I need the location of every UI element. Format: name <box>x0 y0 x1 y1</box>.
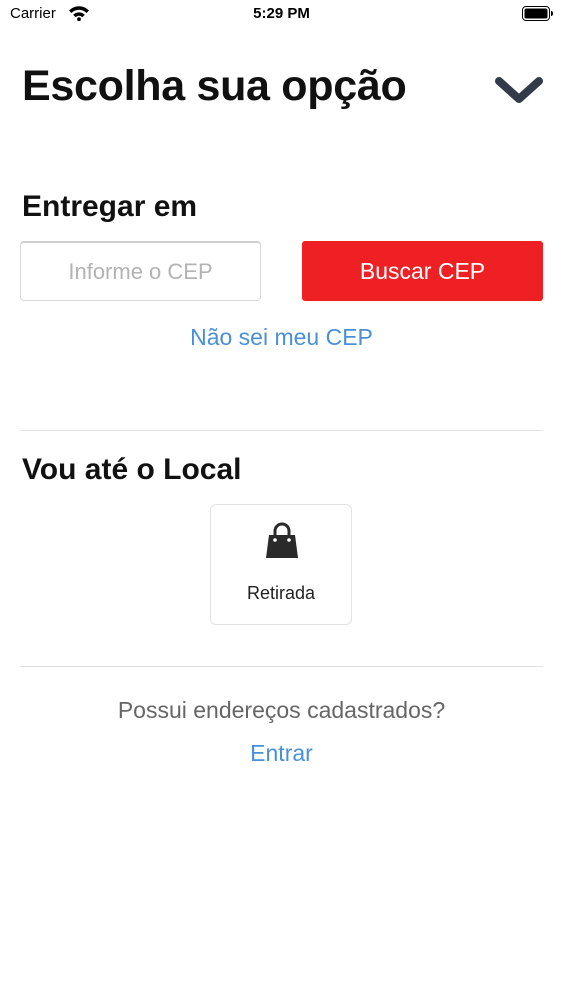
unknown-cep-link[interactable]: Não sei meu CEP <box>0 324 563 351</box>
divider <box>20 666 543 667</box>
saved-addresses-question: Possui endereços cadastrados? <box>117 697 446 723</box>
shopping-bag-icon <box>264 522 300 562</box>
delivery-heading: Entregar em <box>22 190 198 223</box>
clock: 5:29 PM <box>253 5 310 22</box>
pickup-heading: Vou até o Local <box>22 453 242 486</box>
pickup-option-label: Retirada <box>246 583 316 603</box>
status-bar: Carrier 5:29 PM <box>0 0 563 30</box>
search-cep-button[interactable]: Buscar CEP <box>302 241 543 301</box>
battery-icon <box>522 6 553 21</box>
divider <box>20 430 543 431</box>
page-title: Escolha sua opção <box>22 62 407 110</box>
chevron-down-icon[interactable] <box>493 70 545 110</box>
cep-input[interactable] <box>20 241 261 301</box>
pickup-option-card[interactable]: Retirada <box>210 504 352 625</box>
login-link[interactable]: Entrar <box>0 740 563 767</box>
